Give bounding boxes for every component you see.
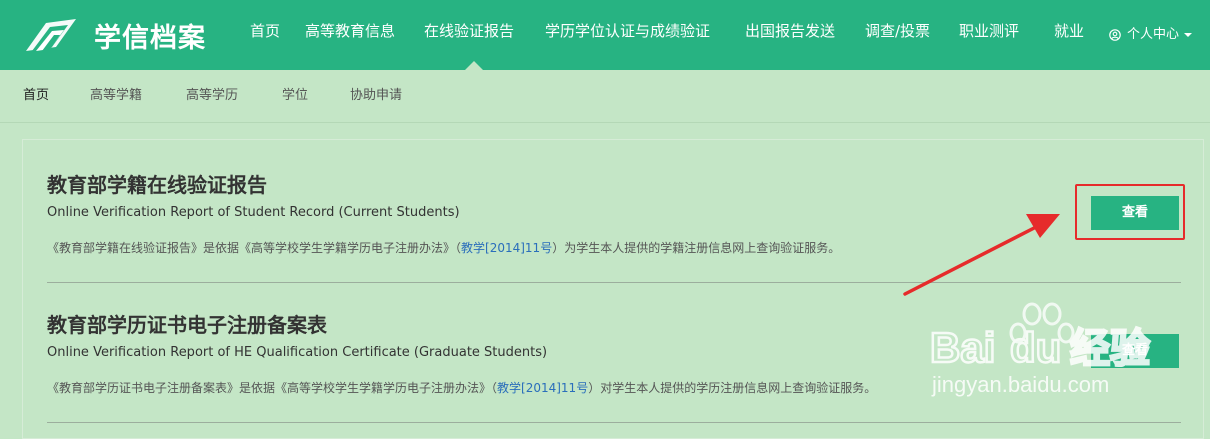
report-subtitle: Online Verification Report of Student Re… — [47, 205, 460, 220]
user-center-label: 个人中心 — [1127, 27, 1180, 42]
active-nav-indicator — [465, 61, 483, 70]
report-subtitle: Online Verification Report of HE Qualifi… — [47, 345, 548, 360]
user-center-menu[interactable]: 个人中心 — [1109, 0, 1193, 70]
logo-book-icon — [26, 19, 76, 51]
nav-home[interactable]: 首页 — [250, 0, 280, 70]
report-description-text: ）对学生本人提供的学历注册信息网上查询验证服务。 — [588, 381, 877, 395]
report-title: 教育部学籍在线验证报告 — [47, 173, 267, 197]
report-title: 教育部学历证书电子注册备案表 — [47, 313, 327, 337]
nav-employment[interactable]: 就业 — [1054, 0, 1084, 70]
subnav-degree[interactable]: 学位 — [282, 70, 308, 122]
site-logo[interactable]: 学信档案 — [24, 12, 206, 58]
chevron-down-icon — [1184, 33, 1193, 37]
subnav-academic-qualification[interactable]: 高等学历 — [186, 70, 238, 122]
user-circle-icon — [1109, 29, 1121, 41]
report-description-text: 《教育部学籍在线验证报告》是依据《高等学校学生学籍学历电子注册办法》（ — [47, 241, 462, 255]
report-divider — [47, 282, 1181, 283]
nav-degree-certification[interactable]: 学历学位认证与成绩验证 — [545, 0, 710, 70]
regulation-link[interactable]: 教学[2014]11号 — [497, 381, 588, 395]
brand-name: 学信档案 — [94, 22, 206, 54]
report-description: 《教育部学籍在线验证报告》是依据《高等学校学生学籍学历电子注册办法》（教学[20… — [47, 239, 840, 256]
report-divider — [47, 422, 1181, 423]
annotation-highlight-box — [1075, 184, 1185, 240]
report-description-text: ）为学生本人提供的学籍注册信息网上查询验证服务。 — [552, 241, 841, 255]
subnav-student-record[interactable]: 高等学籍 — [90, 70, 142, 122]
sub-nav-bar: 首页 高等学籍 高等学历 学位 协助申请 — [0, 70, 1210, 123]
report-description-text: 《教育部学历证书电子注册备案表》是依据《高等学校学生学籍学历电子注册办法》（ — [47, 381, 498, 395]
nav-higher-education-info[interactable]: 高等教育信息 — [305, 0, 395, 70]
top-nav-bar: 学信档案 首页 高等教育信息 在线验证报告 学历学位认证与成绩验证 出国报告发送… — [0, 0, 1210, 70]
report-list-card: 教育部学籍在线验证报告 Online Verification Report o… — [22, 139, 1204, 439]
nav-overseas-report[interactable]: 出国报告发送 — [745, 0, 835, 70]
regulation-link[interactable]: 教学[2014]11号 — [461, 241, 552, 255]
view-qualification-certificate-button[interactable]: 查看 — [1091, 334, 1179, 368]
report-description: 《教育部学历证书电子注册备案表》是依据《高等学校学生学籍学历电子注册办法》（教学… — [47, 379, 876, 396]
nav-career-assessment[interactable]: 职业测评 — [959, 0, 1019, 70]
subnav-assist-application[interactable]: 协助申请 — [350, 70, 402, 122]
nav-online-verification-report[interactable]: 在线验证报告 — [424, 0, 514, 70]
subnav-home[interactable]: 首页 — [23, 70, 49, 122]
nav-survey-vote[interactable]: 调查/投票 — [865, 0, 930, 70]
